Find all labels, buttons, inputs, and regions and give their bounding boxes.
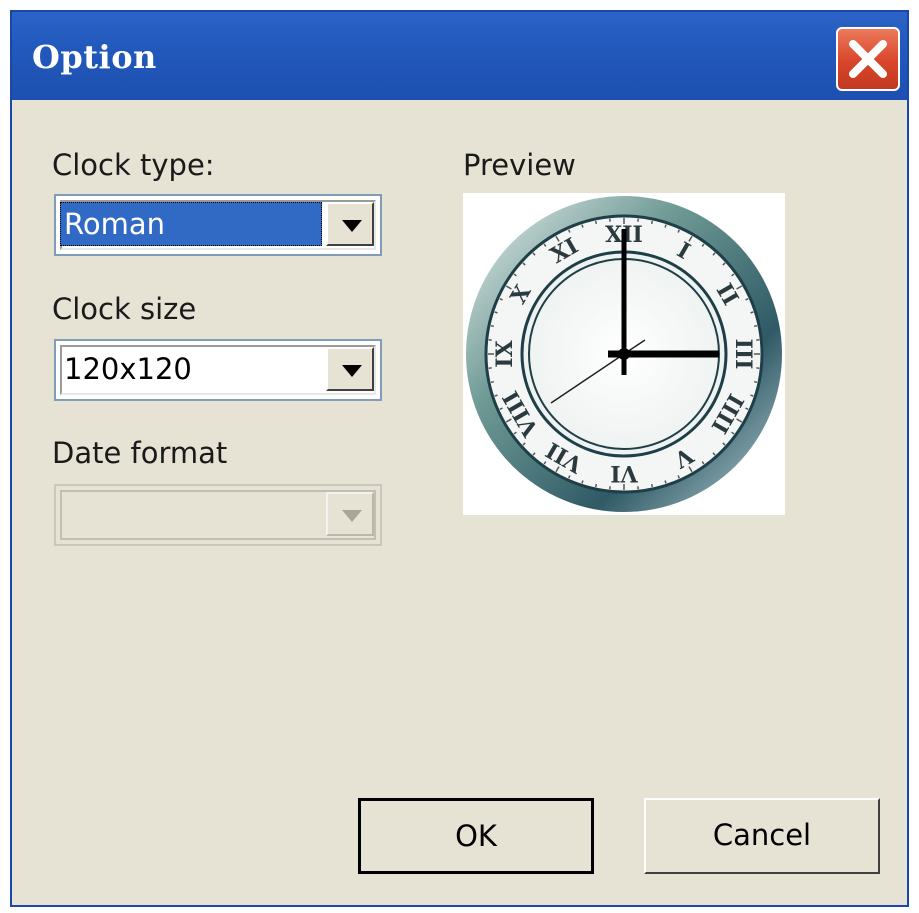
title-bar[interactable]: Option: [12, 12, 907, 100]
clock-tick: [581, 224, 584, 228]
clock-numeral: IX: [492, 339, 518, 367]
date-format-select: [54, 484, 382, 546]
clock-size-label: Clock size: [52, 292, 197, 326]
option-dialog: Option Clock type: Roman Clock size 120x…: [10, 10, 909, 907]
chevron-down-icon: [342, 510, 362, 522]
clock-tick: [650, 483, 654, 488]
clock-tick: [581, 480, 584, 484]
clock-type-label: Clock type:: [52, 148, 215, 182]
clock-numeral: VI: [610, 460, 638, 486]
clock-tick: [750, 311, 754, 314]
chevron-down-icon: [342, 365, 362, 377]
clock-tick: [490, 324, 495, 328]
clock-tick: [650, 220, 654, 225]
clock-tick: [753, 380, 758, 384]
clock-tick: [594, 220, 598, 225]
clock-size-value: 120x120: [64, 352, 192, 386]
close-x-icon: [849, 40, 887, 78]
clock-size-select[interactable]: 120x120: [54, 339, 382, 401]
clock-tick: [594, 483, 598, 488]
clock-tick: [753, 324, 758, 328]
clock-type-select[interactable]: Roman: [54, 194, 382, 256]
clock-type-value: Roman: [60, 202, 322, 246]
clock-type-dropdown-button[interactable]: [326, 202, 374, 246]
clock-preview-image: XIIIIIIIIIIIIVVIVIIVIIIIXXXI: [466, 196, 782, 512]
date-format-label: Date format: [52, 436, 228, 470]
preview-label: Preview: [463, 148, 576, 182]
ok-button[interactable]: OK: [358, 798, 594, 874]
clock-tick: [494, 311, 498, 314]
clock-tick: [664, 480, 667, 484]
date-format-dropdown-button: [326, 492, 374, 536]
clock-size-dropdown-button[interactable]: [326, 347, 374, 391]
clock-numeral: III: [730, 339, 756, 370]
clock-tick: [494, 394, 498, 397]
cancel-button[interactable]: Cancel: [644, 798, 880, 874]
close-button[interactable]: [836, 27, 900, 91]
clock-tick: [490, 380, 495, 384]
date-format-value: [60, 492, 68, 536]
clock-preview: XIIIIIIIIIIIIVVIVIIVIIIIXXXI: [463, 193, 785, 515]
window-title: Option: [32, 38, 157, 76]
clock-tick: [664, 224, 667, 228]
chevron-down-icon: [342, 220, 362, 232]
clock-tick: [750, 394, 754, 397]
